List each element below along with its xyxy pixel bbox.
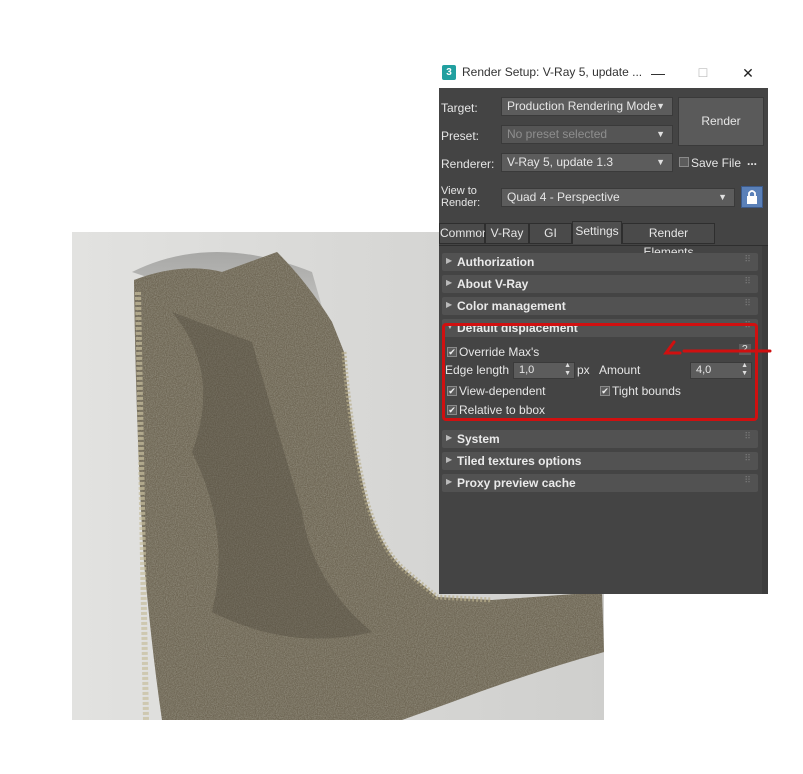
minimize-icon[interactable]: — — [647, 62, 669, 84]
expand-arrow-icon: ▶ — [446, 455, 453, 464]
renderer-dropdown[interactable]: V-Ray 5, update 1.3 ▼ — [501, 153, 673, 172]
tab-vray[interactable]: V-Ray — [485, 223, 529, 244]
expand-arrow-icon: ▶ — [446, 256, 453, 265]
lock-view-button[interactable] — [741, 186, 763, 208]
tab-render-elements[interactable]: Render Elements — [622, 223, 715, 259]
preset-value: No preset selected — [507, 127, 608, 141]
expand-arrow-icon: ▶ — [446, 477, 453, 486]
3dsmax-app-icon: 3 — [442, 65, 456, 80]
rollout-system[interactable]: ▶ System ⠿ — [442, 430, 758, 448]
rollout-title: System — [457, 432, 500, 446]
view-label-line2: Render: — [441, 197, 481, 209]
rollout-title: About V-Ray — [457, 277, 529, 291]
target-label: Target: — [441, 101, 478, 115]
preset-dropdown[interactable]: No preset selected ▼ — [501, 125, 673, 144]
drag-grip-icon[interactable]: ⠿ — [744, 475, 752, 486]
lock-icon — [747, 190, 757, 204]
tab-settings[interactable]: Settings — [572, 221, 622, 244]
chevron-down-icon: ▼ — [656, 101, 665, 111]
drag-grip-icon[interactable]: ⠿ — [744, 431, 752, 442]
scrollbar[interactable] — [762, 246, 768, 594]
target-value: Production Rendering Mode — [507, 99, 657, 113]
more-options-button[interactable]: ... — [747, 154, 757, 168]
view-value: Quad 4 - Perspective — [507, 190, 620, 204]
expand-arrow-icon: ▶ — [446, 433, 453, 442]
window-title: Render Setup: V-Ray 5, update ... — [462, 65, 643, 79]
renderer-value: V-Ray 5, update 1.3 — [507, 155, 614, 169]
chevron-down-icon: ▼ — [656, 157, 665, 167]
rollout-about-vray[interactable]: ▶ About V-Ray ⠿ — [442, 275, 758, 293]
drag-grip-icon[interactable]: ⠿ — [744, 298, 752, 309]
rollout-title: Proxy preview cache — [457, 476, 576, 490]
view-to-render-label: View to Render: — [441, 185, 480, 209]
preset-label: Preset: — [441, 129, 480, 143]
save-file-label: Save File — [691, 156, 742, 170]
drag-grip-icon[interactable]: ⠿ — [744, 276, 752, 287]
renderer-label: Renderer: — [441, 157, 495, 171]
drag-grip-icon[interactable]: ⠿ — [744, 254, 752, 265]
save-file-checkbox[interactable] — [679, 157, 689, 167]
tab-gi[interactable]: GI — [529, 223, 572, 244]
view-label-line1: View to — [441, 185, 477, 197]
chevron-down-icon: ▼ — [656, 129, 665, 139]
chevron-down-icon: ▼ — [718, 192, 727, 202]
title-bar[interactable]: 3 Render Setup: V-Ray 5, update ... — ☐ … — [439, 58, 768, 88]
drag-grip-icon[interactable]: ⠿ — [744, 453, 752, 464]
rollout-authorization[interactable]: ▶ Authorization ⠿ — [442, 253, 758, 271]
annotation-arrow — [663, 340, 772, 355]
render-button[interactable]: Render — [678, 97, 764, 146]
rollout-color-management[interactable]: ▶ Color management ⠿ — [442, 297, 758, 315]
rollout-tiled-textures[interactable]: ▶ Tiled textures options ⠿ — [442, 452, 758, 470]
rollout-title: Authorization — [457, 255, 535, 269]
maximize-icon[interactable]: ☐ — [692, 62, 714, 84]
view-to-render-dropdown[interactable]: Quad 4 - Perspective ▼ — [501, 188, 735, 207]
rollout-title: Tiled textures options — [457, 454, 582, 468]
close-icon[interactable]: ✕ — [737, 62, 759, 84]
tab-common[interactable]: Common — [439, 223, 489, 244]
rollout-proxy-cache[interactable]: ▶ Proxy preview cache ⠿ — [442, 474, 758, 492]
target-dropdown[interactable]: Production Rendering Mode ▼ — [501, 97, 673, 116]
settings-tabs: Common V-Ray GI Settings Render Elements — [439, 221, 768, 259]
expand-arrow-icon: ▶ — [446, 300, 453, 309]
rollout-title: Color management — [457, 299, 566, 313]
expand-arrow-icon: ▶ — [446, 278, 453, 287]
